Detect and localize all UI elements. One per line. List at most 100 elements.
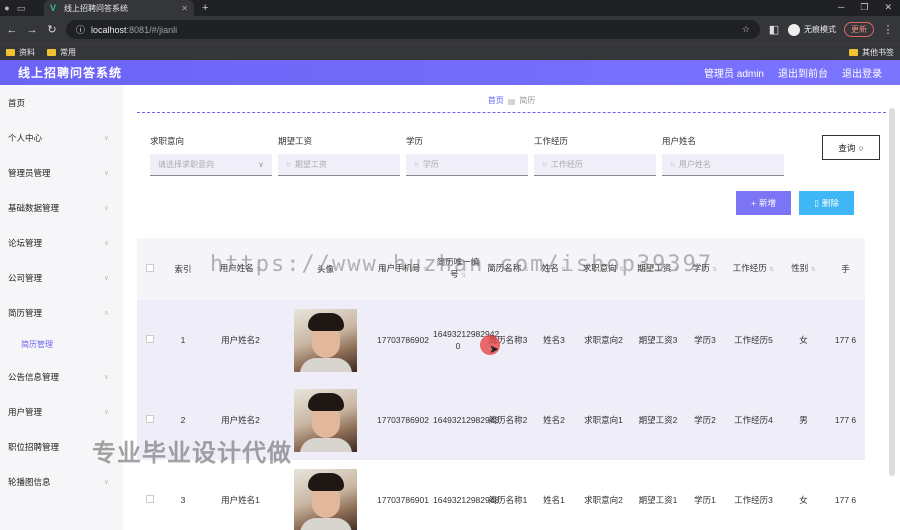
forward-icon[interactable]: → — [26, 24, 38, 36]
page-scrollbar[interactable] — [889, 108, 895, 476]
sort-icon[interactable]: ⇅ — [769, 267, 774, 273]
sidebar-item-basic-data[interactable]: 基础数据管理 ∨ — [0, 190, 123, 225]
bookmark-star-icon[interactable]: ☆ — [742, 24, 750, 35]
row-checkbox[interactable] — [146, 495, 154, 503]
bookmark-folder-changyong[interactable]: 常用 — [47, 47, 76, 58]
filter-salary: 期望工资 ○ 期望工资 — [278, 135, 400, 176]
sidebar-item-profile[interactable]: 个人中心 ∨ — [0, 120, 123, 155]
app-title: 线上招聘问答系统 — [18, 66, 123, 80]
cell-gender: 女 — [799, 495, 808, 505]
education-input[interactable]: ○ 学历 — [406, 154, 528, 176]
table-row[interactable]: 1 用户姓名2 17703786902 16493212982942 0 简历名… — [137, 300, 865, 380]
sidebar-item-carousel[interactable]: 轮播图信息 ∨ — [0, 464, 123, 499]
logout-link[interactable]: 退出登录 — [842, 65, 882, 80]
sort-icon[interactable]: ⇅ — [423, 267, 428, 273]
update-button[interactable]: 更新 — [844, 22, 874, 37]
sort-icon[interactable]: ⇅ — [461, 273, 466, 279]
other-bookmarks[interactable]: 其他书签 — [849, 47, 894, 58]
cell-username: 用户姓名1 — [221, 495, 260, 505]
column-header[interactable]: 工作经历 ⇅ — [726, 238, 781, 300]
column-header[interactable]: 简历唯一编号 ⇅ — [433, 238, 483, 300]
cell-gender: 女 — [799, 335, 808, 345]
sort-icon[interactable]: ⇅ — [524, 267, 529, 273]
filter-username: 用户姓名 ○ 用户姓名 — [662, 135, 784, 176]
column-header[interactable]: 期望工资 ⇅ — [632, 238, 684, 300]
sidebar-item-admins[interactable]: 管理员管理 ∨ — [0, 155, 123, 190]
new-tab-icon[interactable]: + — [202, 2, 208, 14]
column-header[interactable]: 学历 ⇅ — [684, 238, 726, 300]
select-all-checkbox[interactable] — [146, 264, 154, 272]
minimize-icon[interactable]: ─ — [838, 2, 844, 13]
restore-icon[interactable]: ❐ — [860, 2, 868, 13]
tab-close-icon[interactable]: ✕ — [181, 4, 188, 13]
sort-icon[interactable]: ⇅ — [811, 267, 816, 273]
avatar-photo[interactable] — [294, 468, 357, 530]
back-icon[interactable]: ← — [6, 24, 18, 36]
sidebar-item-company[interactable]: 公司管理 ∨ — [0, 260, 123, 295]
column-header[interactable]: 姓名 ⇅ — [533, 238, 575, 300]
salary-input[interactable]: ○ 期望工资 — [278, 154, 400, 176]
filter-label: 学历 — [406, 136, 424, 146]
query-button[interactable]: 查询 ○ — [822, 135, 880, 160]
site-info-icon[interactable]: ⓘ — [76, 23, 85, 36]
column-header[interactable]: 用户手机号 ⇅ — [373, 238, 433, 300]
incognito-profile[interactable]: 无痕模式 — [788, 23, 836, 36]
window-close-icon[interactable]: ✕ — [884, 2, 892, 13]
sidebar-item-resume[interactable]: 简历管理 ∧ — [0, 295, 123, 330]
username-input[interactable]: ○ 用户姓名 — [662, 154, 784, 176]
column-header[interactable]: 求职意向 ⇅ — [575, 238, 632, 300]
cell-index: 1 — [180, 335, 186, 345]
more-icon[interactable]: ⋮ — [882, 23, 894, 36]
add-label: 新增 — [758, 198, 776, 208]
intent-select[interactable]: 请选择求职意向 ∨ — [150, 154, 272, 176]
chevron-down-icon: ∨ — [103, 443, 109, 451]
column-header[interactable]: 用户姓名 ⇅ — [203, 238, 278, 300]
column-header[interactable]: 简历名称 ⇅ — [483, 238, 533, 300]
sort-icon[interactable]: ⇅ — [561, 267, 566, 273]
sidebar-item-jobs[interactable]: 职位招聘管理 ∨ — [0, 429, 123, 464]
avatar-photo[interactable] — [294, 388, 357, 452]
sort-icon[interactable]: ⇅ — [256, 267, 261, 273]
experience-input[interactable]: ○ 工作经历 — [534, 154, 656, 176]
chevron-down-icon: ∨ — [103, 134, 109, 142]
bookmark-folder-ziliao[interactable]: 资料 — [6, 47, 35, 58]
row-checkbox[interactable] — [146, 415, 154, 423]
avatar-photo[interactable] — [294, 308, 357, 372]
cell-phone: 17703786901 — [376, 495, 429, 505]
sort-icon[interactable]: ⇅ — [712, 267, 717, 273]
delete-button[interactable]: ▯ 删除 — [799, 191, 854, 215]
sort-icon[interactable]: ⇅ — [674, 267, 679, 273]
table-row[interactable]: 3 用户姓名1 17703786901 16493212982948 简历名称1… — [137, 460, 865, 530]
back-to-front-link[interactable]: 退出到前台 — [778, 65, 828, 80]
cell-avatar — [278, 380, 373, 460]
sort-icon[interactable]: ⇅ — [619, 267, 624, 273]
sidepanel-icon[interactable]: ◧ — [768, 23, 780, 36]
sidebar-subitem-resume[interactable]: 简历管理 — [0, 330, 123, 359]
bookmark-label: 常用 — [60, 47, 76, 57]
cell-more: 177 6 — [834, 495, 857, 505]
filter-intent: 求职意向 请选择求职意向 ∨ — [150, 135, 272, 176]
chevron-up-icon: ∧ — [103, 309, 109, 317]
column-header[interactable]: 性别 ⇅ — [781, 238, 826, 300]
add-button[interactable]: + 新增 — [736, 191, 791, 215]
filter-education: 学历 ○ 学历 — [406, 135, 528, 176]
reload-icon[interactable]: ↻ — [46, 23, 58, 36]
header-checkbox[interactable] — [137, 238, 163, 300]
cell-salary: 期望工资1 — [638, 495, 678, 505]
tab-list-icon[interactable]: ▭ — [14, 3, 28, 14]
row-checkbox[interactable] — [146, 335, 154, 343]
sidebar-item-forum[interactable]: 论坛管理 ∨ — [0, 225, 123, 260]
browser-menu-icon[interactable]: ● — [0, 3, 14, 13]
sidebar-item-users[interactable]: 用户管理 ∨ — [0, 394, 123, 429]
sidebar-item-home[interactable]: 首页 — [0, 85, 123, 120]
table-row[interactable]: 2 用户姓名2 17703786902 16493212982943 简历名称2… — [137, 380, 865, 460]
breadcrumb: 首页 ▤ 简历 — [137, 85, 886, 113]
cell-index: 2 — [180, 415, 186, 425]
sidebar-item-notice[interactable]: 公告信息管理 ∨ — [0, 359, 123, 394]
cell-intent: 求职意向2 — [584, 495, 623, 505]
chevron-down-icon: ∨ — [103, 169, 109, 177]
breadcrumb-home[interactable]: 首页 — [488, 95, 504, 106]
browser-tab[interactable]: V 线上招聘问答系统 ✕ — [44, 0, 194, 16]
bookmarks-bar: 资料 常用 其他书签 — [0, 43, 900, 60]
address-bar[interactable]: ⓘ localhost:8081/#/jianli ☆ — [66, 20, 760, 39]
